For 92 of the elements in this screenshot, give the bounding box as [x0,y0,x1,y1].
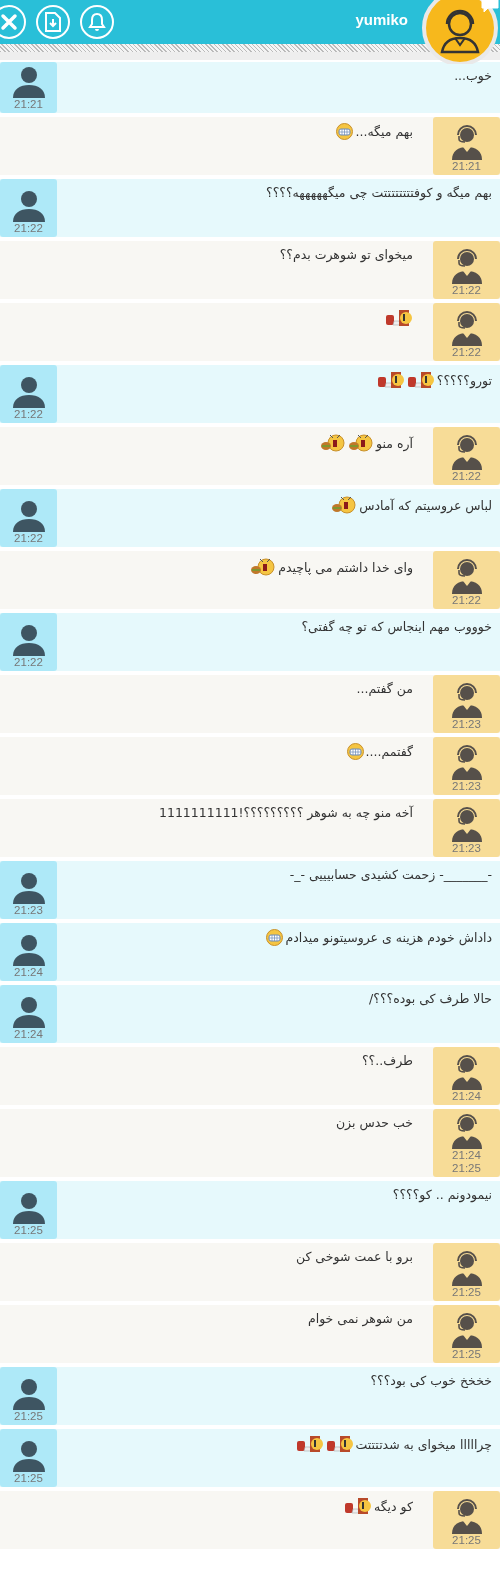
message-time: 21:25 [14,1410,43,1423]
message-time: 21:22 [14,656,43,669]
headset-person-icon [450,1054,483,1090]
scream-face-icon [250,557,277,577]
contact-name: yumiko [355,11,408,28]
headset-person-icon [450,310,483,346]
headset-person-icon [450,682,483,718]
message-time: 21:24 [14,966,43,979]
message-time: 21:21 [452,160,481,173]
message-text: کو دیگه [373,1498,413,1514]
message-time: 21:23 [452,718,481,731]
door-face-icon [385,309,413,327]
person-icon [11,934,46,966]
message-text: من گفتم... [356,681,413,696]
message-time: 21:23 [452,842,481,855]
headset-person-icon [450,806,483,842]
person-icon [11,376,46,408]
message-text: گفتمم.... [365,744,413,759]
message-text: خوووب مهم اینجاس که تو چه گفتی؟ [301,619,492,634]
message-text: حالا طرف کی بوده؟؟؟/ [369,991,492,1006]
message-time: 21:22 [452,470,481,483]
message-text: آخه منو چه به شوهر ؟؟؟؟؟؟؟؟؟!1111111111 [159,805,413,820]
close-button[interactable] [0,5,26,39]
message-time: 21:22 [452,284,481,297]
message-time: 21:24 [452,1149,481,1162]
message-time: 21:24 [452,1090,481,1103]
message-time: 21:25 [452,1162,481,1175]
message-text: نیمودونم .. کو؟؟؟؟ [392,1187,492,1202]
message-text: آره منو [376,435,413,451]
message-time: 21:21 [14,98,43,111]
person-icon [11,500,46,532]
headset-person-icon [450,558,483,594]
grin-face-icon [266,929,284,946]
message-time: 21:25 [452,1286,481,1299]
scream-face-icon [331,495,358,515]
message-text: خوب... [454,68,492,83]
scream-face-icon [348,433,375,453]
person-icon [11,872,46,904]
message-text: طرف..؟؟ [361,1053,413,1068]
person-icon [11,996,46,1028]
message-time: 21:23 [14,904,43,917]
headset-person-icon [450,744,483,780]
headset-person-icon [450,1113,483,1149]
headset-person-icon [450,124,483,160]
message-text: من شوهر نمی خوام [307,1311,413,1326]
person-icon [11,624,46,656]
message-time: 21:22 [14,532,43,545]
headset-person-icon [450,1498,483,1534]
message-text: چرااااا میخوای به شدتتتتت [355,1436,492,1452]
bell-icon [88,12,106,32]
message-time: 21:22 [14,222,43,235]
grin-face-icon [346,743,364,760]
message-text: لباس عروسیتم که آمادس [359,497,492,513]
message-text: خخخخ خوب کی بود؟؟؟ [370,1373,492,1388]
headset-person-icon [450,1250,483,1286]
message-text: بهم میگه... [355,124,413,139]
message-text: خب حدس بزن [335,1115,413,1130]
message-time: 21:25 [452,1534,481,1547]
headset-person-icon [450,248,483,284]
message-time: 21:23 [452,780,481,793]
message-time: 21:24 [14,1028,43,1041]
message-time: 21:22 [452,346,481,359]
door-face-icon [325,1435,354,1453]
message-text: برو با عمت شوخی کن [295,1249,413,1264]
scream-face-icon [320,433,347,453]
notification-button[interactable] [80,5,114,39]
person-icon [11,1378,46,1410]
message-time: 21:25 [452,1348,481,1361]
person-icon [11,1440,46,1472]
message-time: 21:22 [14,408,43,421]
message-text: بهم میگه و کوفتتتتتتتتت چی میگهههههه؟؟؟؟ [266,185,492,200]
download-button[interactable] [36,5,70,39]
message-text: -_______- زحمت کشیدی حسابیییی -_- [289,867,492,882]
grin-face-icon [336,123,354,140]
person-icon [11,1192,46,1224]
person-icon [11,66,46,98]
message-time: 21:25 [14,1472,43,1485]
person-icon [11,190,46,222]
door-face-icon [406,371,435,389]
door-face-icon [343,1497,372,1515]
download-file-icon [44,12,62,32]
close-icon [0,12,19,32]
message-text: وای خدا داشتم می پاچیدم [278,559,413,575]
message-text: میخوای تو شوهرت بدم؟؟ [279,247,413,262]
headset-person-icon [450,1312,483,1348]
message-time: 21:22 [452,594,481,607]
door-face-icon [376,371,405,389]
message-text: تورو؟؟؟؟؟ [436,372,492,388]
headset-person-icon [450,434,483,470]
message-text: داداش خودم هزینه ی عروسیتونو میدادم [285,930,492,945]
message-time: 21:25 [14,1224,43,1237]
door-face-icon [295,1435,324,1453]
